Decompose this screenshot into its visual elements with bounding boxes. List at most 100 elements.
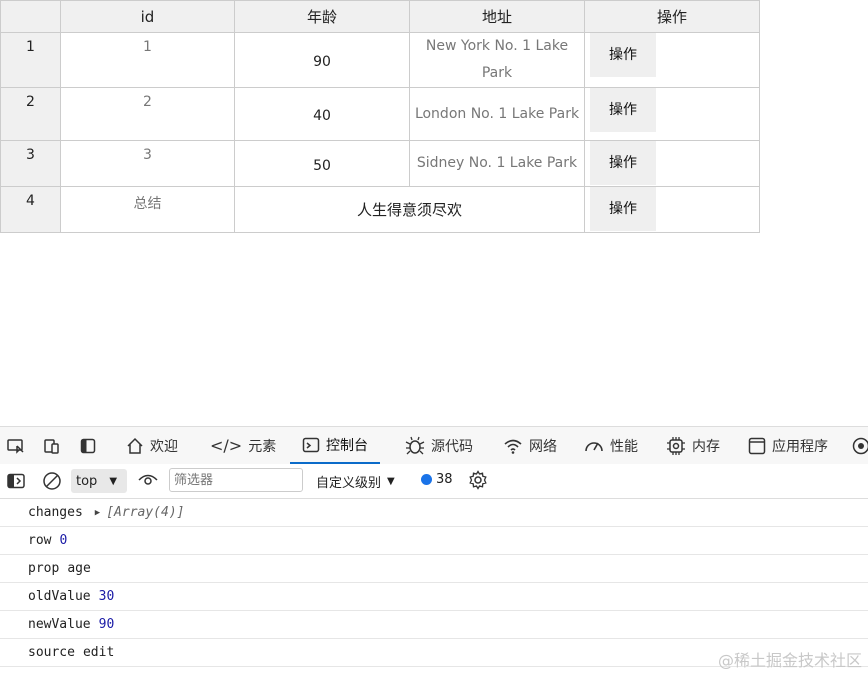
tab-application-label: 应用程序 — [772, 438, 828, 455]
corner-header — [0, 0, 61, 33]
message-count: 38 — [436, 472, 453, 487]
log-key: oldValue — [28, 589, 91, 604]
row-action-button[interactable]: 操作 — [590, 141, 656, 185]
log-value: age — [67, 561, 91, 576]
chip-icon — [667, 436, 685, 455]
data-table: id 年龄 地址 操作 1 1 90 New York No. 1 Lake P… — [0, 0, 760, 233]
inspect-element-button[interactable] — [7, 427, 25, 464]
id-cell[interactable]: 1 — [60, 32, 235, 88]
tab-application[interactable]: 应用程序 — [748, 427, 828, 464]
action-cell: 操作 — [584, 32, 760, 88]
window-icon — [748, 437, 766, 454]
console-line: newValue 90 — [0, 611, 868, 639]
context-label: top — [76, 473, 98, 489]
address-cell[interactable]: Sidney No. 1 Lake Park — [409, 140, 585, 187]
tab-sources-label: 源代码 — [431, 438, 473, 455]
col-header-action[interactable]: 操作 — [584, 0, 760, 33]
header-row: id 年龄 地址 操作 — [0, 0, 760, 33]
gauge-icon — [585, 441, 603, 451]
log-key: prop — [28, 561, 60, 576]
console-line: changes ▶ [Array(4)] — [0, 499, 868, 527]
expand-triangle-icon[interactable]: ▶ — [95, 508, 100, 518]
log-level-label: 自定义级别 — [316, 476, 382, 491]
toggle-drawer-button[interactable] — [80, 427, 96, 464]
more-tabs-button[interactable] — [852, 427, 868, 464]
watermark: @稀土掘金技术社区 — [717, 651, 862, 670]
device-emulation-button[interactable] — [43, 427, 61, 464]
sidebar-panel-icon — [80, 438, 96, 453]
dropdown-caret-icon: ▼ — [109, 475, 118, 487]
age-cell[interactable]: 40 — [234, 87, 410, 141]
device-icon — [44, 438, 59, 454]
tab-elements[interactable]: </> 元素 — [210, 427, 276, 464]
tab-network[interactable]: 网络 — [503, 427, 557, 464]
console-settings-button[interactable] — [468, 470, 488, 494]
log-value[interactable]: [Array(4)] — [106, 505, 184, 520]
id-cell[interactable]: 3 — [60, 140, 235, 187]
console-line: row 0 — [0, 527, 868, 555]
clear-console-button[interactable] — [42, 471, 62, 495]
log-key: changes — [28, 505, 83, 520]
action-cell: 操作 — [584, 87, 760, 141]
bug-icon — [405, 436, 425, 454]
tab-memory-label: 内存 — [692, 438, 720, 455]
merged-summary-cell[interactable]: 人生得意须尽欢 — [234, 186, 585, 233]
message-bubble-icon — [421, 474, 432, 485]
table-row: 2 2 40 London No. 1 Lake Park 操作 — [0, 87, 760, 141]
sidebar-toggle-icon — [7, 473, 25, 489]
row-action-button[interactable]: 操作 — [590, 187, 656, 231]
console-line: oldValue 30 — [0, 583, 868, 611]
col-header-address[interactable]: 地址 — [409, 0, 585, 33]
log-key: newValue — [28, 617, 91, 632]
tab-sources[interactable]: 源代码 — [405, 427, 473, 464]
tab-network-label: 网络 — [529, 438, 557, 455]
log-value: 0 — [59, 533, 68, 548]
age-cell[interactable]: 90 — [234, 32, 410, 88]
tab-memory[interactable]: 内存 — [666, 427, 720, 464]
gear-icon — [469, 470, 487, 490]
console-line: prop age — [0, 555, 868, 583]
tab-elements-label: 元素 — [248, 438, 277, 455]
dropdown-caret-icon: ▼ — [387, 476, 395, 487]
col-header-age[interactable]: 年龄 — [234, 0, 410, 33]
id-cell[interactable]: 2 — [60, 87, 235, 141]
age-cell[interactable]: 50 — [234, 140, 410, 187]
tab-performance-label: 性能 — [610, 438, 638, 455]
message-count-badge[interactable]: 38 — [421, 472, 453, 487]
console-toolbar: top ▼ 自定义级别 ▼ 38 — [0, 464, 868, 499]
live-expression-button[interactable] — [138, 472, 158, 492]
show-sidebar-button[interactable] — [7, 473, 25, 493]
home-icon — [127, 437, 143, 454]
log-level-dropdown[interactable]: 自定义级别 ▼ — [316, 472, 395, 491]
address-cell[interactable]: London No. 1 Lake Park — [409, 87, 585, 141]
table-row: 3 3 50 Sidney No. 1 Lake Park 操作 — [0, 140, 760, 187]
eye-icon — [138, 474, 158, 485]
action-cell: 操作 — [584, 140, 760, 187]
row-header[interactable]: 4 — [0, 186, 61, 233]
log-value: 30 — [98, 589, 115, 604]
log-key: row — [28, 533, 52, 548]
filter-input[interactable] — [169, 468, 303, 492]
row-header[interactable]: 3 — [0, 140, 61, 187]
code-tags-icon: </> — [210, 435, 243, 455]
devtools-tab-bar: 欢迎 </> 元素 控制台 源代码 网络 性能 内存 应用程序 — [0, 426, 868, 465]
inspect-icon — [7, 438, 24, 454]
address-cell[interactable]: New York No. 1 Lake Park — [409, 32, 585, 88]
clear-icon — [43, 472, 61, 490]
context-selector[interactable]: top ▼ — [71, 469, 127, 493]
log-value: 90 — [98, 617, 115, 632]
tab-welcome[interactable]: 欢迎 — [126, 427, 178, 464]
row-action-button[interactable]: 操作 — [590, 33, 656, 77]
row-header[interactable]: 1 — [0, 32, 61, 88]
action-cell: 操作 — [584, 186, 760, 233]
tab-performance[interactable]: 性能 — [584, 427, 638, 464]
col-header-id[interactable]: id — [60, 0, 235, 33]
row-header[interactable]: 2 — [0, 87, 61, 141]
tab-console[interactable]: 控制台 — [290, 427, 380, 464]
tab-console-label: 控制台 — [326, 437, 368, 454]
console-icon — [302, 437, 320, 452]
table-row: 1 1 90 New York No. 1 Lake Park 操作 — [0, 32, 760, 88]
summary-label-cell[interactable]: 总结 — [60, 186, 235, 233]
log-key: source — [28, 645, 75, 660]
row-action-button[interactable]: 操作 — [590, 88, 656, 132]
